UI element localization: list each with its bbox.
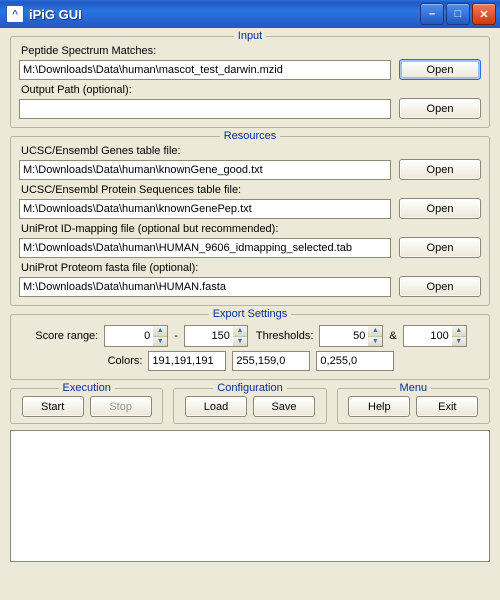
spinner-down-icon[interactable]: ▼ [153,337,167,347]
window-title: iPiG GUI [29,7,420,22]
amp-label: & [389,330,396,342]
output-field[interactable] [19,99,391,119]
spinner-up-icon[interactable]: ▲ [452,326,466,337]
menu-legend: Menu [338,382,489,394]
prot-field[interactable] [19,199,391,219]
log-textarea[interactable] [10,430,490,562]
export-group: Export Settings Score range: ▲▼ - ▲▼ Thr… [10,314,490,380]
idmap-field[interactable] [19,238,391,258]
start-button[interactable]: Start [22,396,84,417]
idmap-open-button[interactable]: Open [399,237,481,258]
genes-label: UCSC/Ensembl Genes table file: [21,145,481,157]
input-group: Input Peptide Spectrum Matches: Open Out… [10,36,490,128]
color2-field[interactable] [232,351,310,371]
score-min-spinner[interactable]: ▲▼ [104,325,168,347]
thresholds-label: Thresholds: [256,330,313,342]
minimize-button[interactable]: – [420,3,444,25]
load-button[interactable]: Load [185,396,247,417]
dash-label: - [174,330,178,342]
prot-label: UCSC/Ensembl Protein Sequences table fil… [21,184,481,196]
psm-open-button[interactable]: Open [399,59,481,80]
fasta-label: UniProt Proteom fasta file (optional): [21,262,481,274]
save-button[interactable]: Save [253,396,315,417]
exit-button[interactable]: Exit [416,396,478,417]
fasta-field[interactable] [19,277,391,297]
genes-open-button[interactable]: Open [399,159,481,180]
resources-group: Resources UCSC/Ensembl Genes table file:… [10,136,490,306]
threshold2-input[interactable] [404,326,452,346]
help-button[interactable]: Help [348,396,410,417]
resources-legend: Resources [11,130,489,142]
button-row: Execution Start Stop Configuration Load … [10,388,490,424]
spinner-down-icon[interactable]: ▼ [368,337,382,347]
fasta-open-button[interactable]: Open [399,276,481,297]
execution-group: Execution Start Stop [10,388,163,424]
score-max-spinner[interactable]: ▲▼ [184,325,248,347]
execution-legend: Execution [11,382,162,394]
color1-field[interactable] [148,351,226,371]
stop-button[interactable]: Stop [90,396,152,417]
spinner-up-icon[interactable]: ▲ [368,326,382,337]
export-legend: Export Settings [11,308,489,320]
maximize-button[interactable]: □ [446,3,470,25]
score-min-input[interactable] [105,326,153,346]
spinner-up-icon[interactable]: ▲ [233,326,247,337]
spinner-down-icon[interactable]: ▼ [452,337,466,347]
spinner-up-icon[interactable]: ▲ [153,326,167,337]
title-bar: ^ iPiG GUI – □ ✕ [0,0,500,28]
colors-label: Colors: [108,355,143,367]
threshold1-spinner[interactable]: ▲▼ [319,325,383,347]
score-max-input[interactable] [185,326,233,346]
configuration-group: Configuration Load Save [173,388,326,424]
prot-open-button[interactable]: Open [399,198,481,219]
genes-field[interactable] [19,160,391,180]
spinner-down-icon[interactable]: ▼ [233,337,247,347]
psm-label: Peptide Spectrum Matches: [21,45,481,57]
psm-field[interactable] [19,60,391,80]
app-icon: ^ [6,5,24,23]
threshold1-input[interactable] [320,326,368,346]
output-open-button[interactable]: Open [399,98,481,119]
window-controls: – □ ✕ [420,3,496,25]
configuration-legend: Configuration [174,382,325,394]
client-area: Input Peptide Spectrum Matches: Open Out… [0,28,500,572]
score-label: Score range: [35,330,98,342]
threshold2-spinner[interactable]: ▲▼ [403,325,467,347]
color3-field[interactable] [316,351,394,371]
close-button[interactable]: ✕ [472,3,496,25]
menu-group: Menu Help Exit [337,388,490,424]
output-label: Output Path (optional): [21,84,481,96]
input-legend: Input [11,30,489,42]
idmap-label: UniProt ID-mapping file (optional but re… [21,223,481,235]
